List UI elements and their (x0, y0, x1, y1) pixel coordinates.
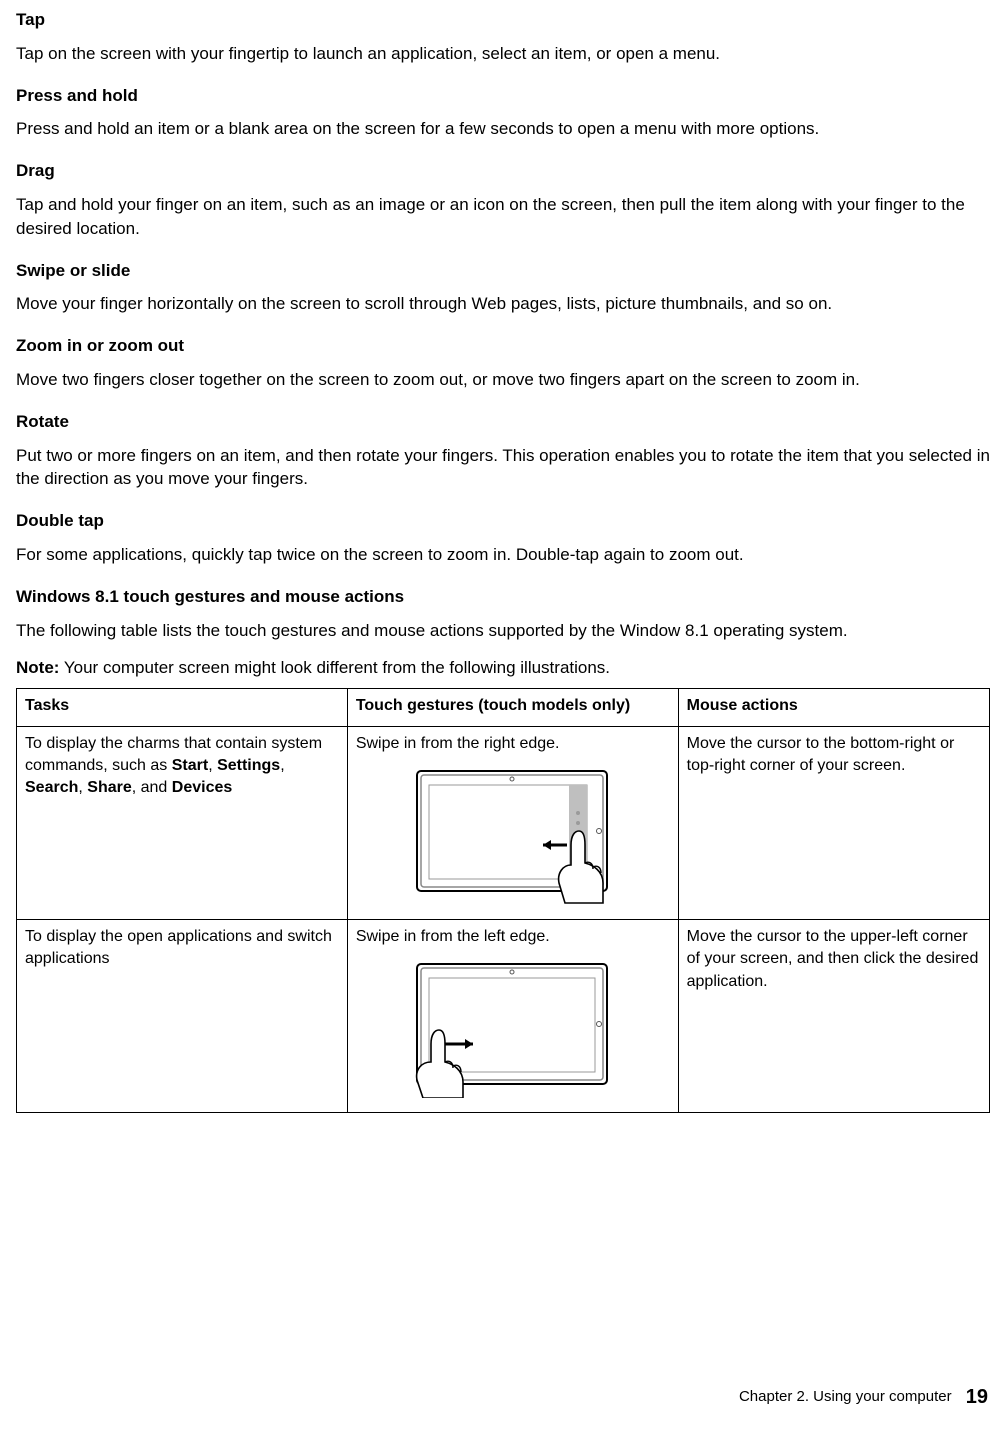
footer-page-number: 19 (966, 1386, 988, 1408)
note-text: Your computer screen might look differen… (59, 658, 610, 677)
note-label: Note: (16, 658, 59, 677)
text-tap: Tap on the screen with your fingertip to… (16, 42, 990, 66)
cell-task: To display the open applications and swi… (17, 919, 348, 1112)
heading-press-hold: Press and hold (16, 84, 990, 108)
text-press-hold: Press and hold an item or a blank area o… (16, 117, 990, 141)
heading-swipe: Swipe or slide (16, 259, 990, 283)
table-row: To display the charms that contain syste… (17, 726, 990, 919)
table-header-row: Tasks Touch gestures (touch models only)… (17, 689, 990, 726)
heading-double-tap: Double tap (16, 509, 990, 533)
th-tasks: Tasks (17, 689, 348, 726)
text-win81: The following table lists the touch gest… (16, 619, 990, 643)
th-touch: Touch gestures (touch models only) (347, 689, 678, 726)
text-double-tap: For some applications, quickly tap twice… (16, 543, 990, 567)
heading-drag: Drag (16, 159, 990, 183)
cell-mouse: Move the cursor to the upper-left corner… (678, 919, 989, 1112)
gestures-table: Tasks Touch gestures (touch models only)… (16, 688, 990, 1113)
note-line: Note: Your computer screen might look di… (16, 656, 990, 680)
heading-zoom: Zoom in or zoom out (16, 334, 990, 358)
page-footer: Chapter 2. Using your computer 19 (739, 1383, 988, 1411)
text-zoom: Move two fingers closer together on the … (16, 368, 990, 392)
table-row: To display the open applications and swi… (17, 919, 990, 1112)
swipe-left-illustration (356, 958, 670, 1098)
swipe-right-illustration (356, 765, 670, 905)
heading-rotate: Rotate (16, 410, 990, 434)
heading-win81: Windows 8.1 touch gestures and mouse act… (16, 585, 990, 609)
text-swipe: Move your finger horizontally on the scr… (16, 292, 990, 316)
cell-touch: Swipe in from the left edge. (347, 919, 678, 1112)
touch-text: Swipe in from the right edge. (356, 733, 670, 755)
heading-tap: Tap (16, 8, 990, 32)
cell-touch: Swipe in from the right edge. (347, 726, 678, 919)
cell-mouse: Move the cursor to the bottom-right or t… (678, 726, 989, 919)
cell-task: To display the charms that contain syste… (17, 726, 348, 919)
touch-text: Swipe in from the left edge. (356, 926, 670, 948)
tablet-swipe-right-icon (403, 765, 623, 905)
tablet-swipe-left-icon (403, 958, 623, 1098)
footer-chapter: Chapter 2. Using your computer (739, 1388, 952, 1405)
th-mouse: Mouse actions (678, 689, 989, 726)
text-drag: Tap and hold your finger on an item, suc… (16, 193, 990, 241)
text-rotate: Put two or more fingers on an item, and … (16, 444, 990, 492)
